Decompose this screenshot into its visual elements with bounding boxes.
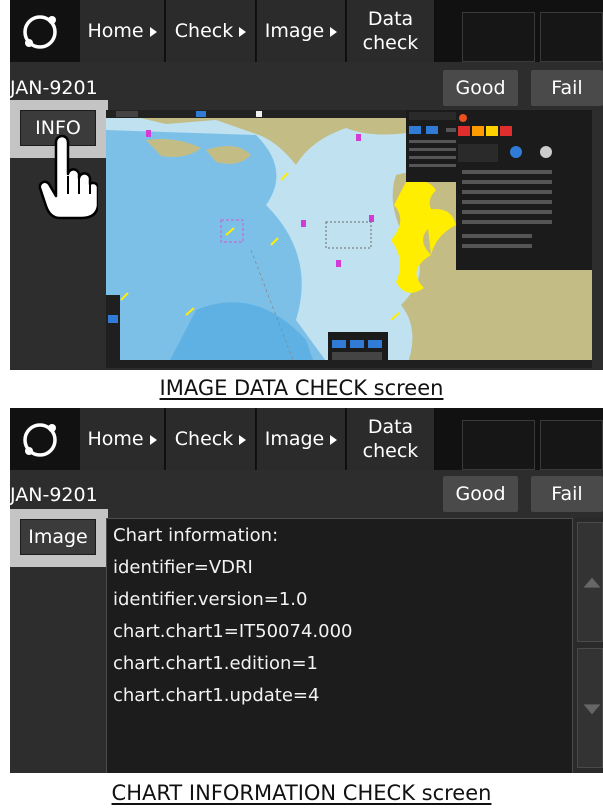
blank-nav-slot [462,420,535,470]
nav-check-label: Check [174,428,234,450]
chart-information-check-screen: Home Check Image Data check JAN-9201 Goo… [10,408,603,773]
hand-pointer-icon [38,134,98,220]
nav-image-label: Image [264,20,325,42]
nav-check-button[interactable]: Check [166,0,256,62]
info-line: identifier=VDRI [113,557,253,578]
nav-data-check-line2: check [362,32,419,54]
info-line: Chart information: [113,525,279,546]
triangle-right-icon [149,27,157,37]
nav-home-label: Home [87,20,144,42]
device-name: JAN-9201 [10,484,98,506]
info-line: identifier.version=1.0 [113,589,308,610]
nav-home-button[interactable]: Home [80,0,165,62]
blank-nav-slot [540,12,603,62]
top-bar: Home Check Image Data check [10,0,603,62]
device-name: JAN-9201 [10,77,98,99]
triangle-down-icon [583,704,601,715]
good-button[interactable]: Good [443,476,518,512]
good-button[interactable]: Good [443,70,518,106]
nav-data-check-button[interactable]: Data check [347,408,435,470]
nav-image-button[interactable]: Image [257,408,346,470]
nav-image-button[interactable]: Image [257,0,346,62]
nav-data-check-button[interactable]: Data check [347,0,435,62]
scroll-down-button[interactable] [577,648,603,768]
chart-information-check-caption: CHART INFORMATION CHECK screen [111,781,492,805]
scrollbar[interactable] [573,518,603,773]
nav-home-label: Home [87,428,144,450]
triangle-up-icon [583,577,601,588]
info-line: chart.chart1.update=4 [113,685,320,706]
ring-logo-icon [23,15,57,49]
image-button[interactable]: Image [20,519,96,555]
chart-screenshot-image [106,110,592,368]
triangle-right-icon [239,27,247,37]
image-data-check-caption: IMAGE DATA CHECK screen [159,376,444,400]
triangle-right-icon [239,435,247,445]
blank-nav-slot [540,420,603,470]
top-bar: Home Check Image Data check [10,408,603,470]
nav-data-check-line2: check [362,440,419,462]
nav-home-button[interactable]: Home [80,408,165,470]
triangle-right-icon [330,27,338,37]
blank-nav-slot [462,12,535,62]
info-line: chart.chart1.edition=1 [113,653,318,674]
fail-button[interactable]: Fail [531,476,603,512]
image-button-highlight: Image [10,509,108,567]
nav-data-check-line1: Data [367,416,414,438]
triangle-right-icon [149,435,157,445]
fail-button[interactable]: Fail [531,70,603,106]
nav-image-label: Image [264,428,325,450]
nav-data-check-line1: Data [367,8,414,30]
nav-check-button[interactable]: Check [166,408,256,470]
scroll-up-button[interactable] [577,522,603,642]
nav-check-label: Check [174,20,234,42]
info-line: chart.chart1=IT50074.000 [113,621,353,642]
triangle-right-icon [330,435,338,445]
chart-information-panel: Chart information: identifier=VDRI ident… [106,518,573,773]
ring-logo-icon [23,423,57,457]
image-data-check-screen: Home Check Image Data check JAN-9201 Goo… [10,0,603,370]
